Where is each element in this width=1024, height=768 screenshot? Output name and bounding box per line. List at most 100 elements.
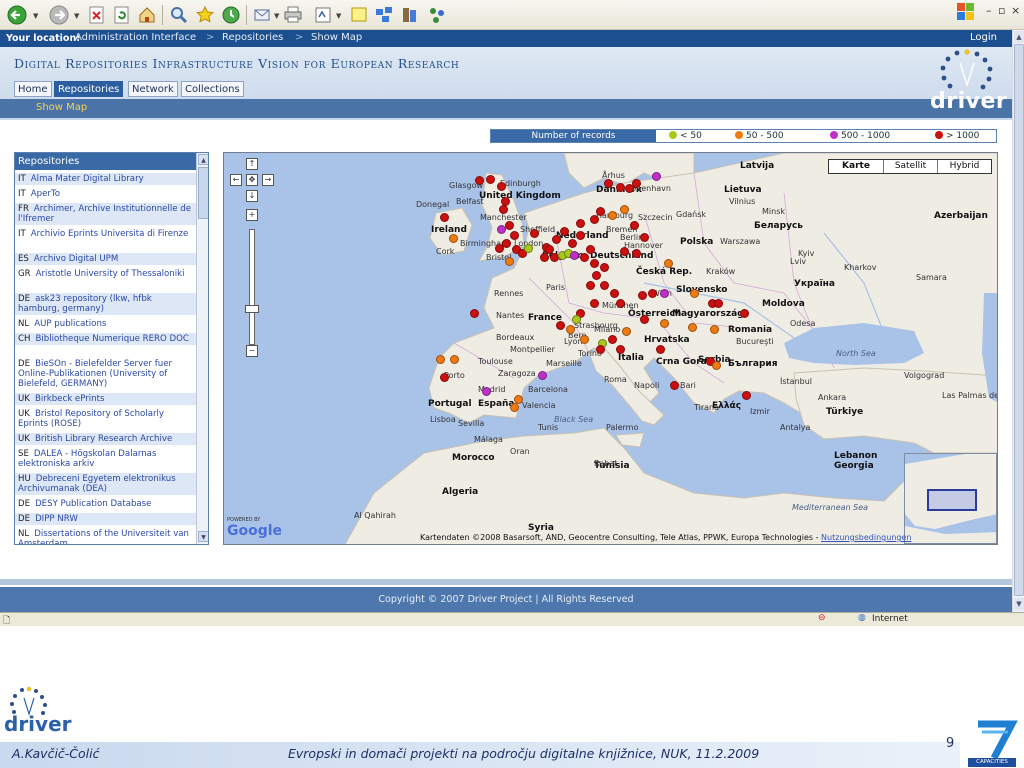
- list-item[interactable]: DE DESY Publication Database: [15, 498, 196, 510]
- search-icon[interactable]: [168, 4, 190, 26]
- repository-marker[interactable]: [482, 387, 491, 396]
- crumb-admin-interface[interactable]: Administration Interface: [75, 32, 196, 43]
- stop-icon[interactable]: [86, 4, 108, 26]
- map-type-karte[interactable]: Karte: [829, 160, 883, 173]
- overview-map[interactable]: [904, 453, 997, 544]
- edit-dropdown-icon[interactable]: ▼: [336, 12, 342, 20]
- back-icon[interactable]: [6, 4, 28, 26]
- research-icon[interactable]: [399, 4, 421, 26]
- map-type-satellit[interactable]: Satellit: [883, 160, 937, 173]
- forward-icon[interactable]: [48, 4, 70, 26]
- repository-marker[interactable]: [632, 249, 641, 258]
- overview-viewport[interactable]: [927, 489, 977, 511]
- network-icon[interactable]: [426, 4, 448, 26]
- repository-marker[interactable]: [505, 257, 514, 266]
- repository-marker[interactable]: [572, 315, 581, 324]
- repository-marker[interactable]: [616, 183, 625, 192]
- repository-marker[interactable]: [560, 227, 569, 236]
- repository-marker[interactable]: [652, 172, 661, 181]
- list-item[interactable]: UK Bristol Repository of Scholarly Eprint…: [15, 408, 196, 430]
- repository-marker[interactable]: [530, 229, 539, 238]
- print-icon[interactable]: [282, 4, 304, 26]
- list-item[interactable]: DE DIPP NRW: [15, 513, 196, 525]
- repository-marker[interactable]: [640, 315, 649, 324]
- repository-marker[interactable]: [616, 299, 625, 308]
- list-item[interactable]: CH Bibliotheque Numerique RERO DOC: [15, 333, 196, 345]
- repository-marker[interactable]: [475, 176, 484, 185]
- repositories-map[interactable]: LatvijaDanmarkKøbenhavnÅrhusLietuvaVilni…: [223, 152, 998, 545]
- repository-marker[interactable]: [580, 335, 589, 344]
- restore-icon[interactable]: ▫: [998, 4, 1005, 17]
- crumb-repositories[interactable]: Repositories: [222, 32, 283, 43]
- repository-marker[interactable]: [556, 321, 565, 330]
- scroll-up-icon[interactable]: ▲: [198, 154, 208, 165]
- repository-marker[interactable]: [596, 345, 605, 354]
- repository-marker[interactable]: [610, 289, 619, 298]
- repository-marker[interactable]: [440, 373, 449, 382]
- repository-marker[interactable]: [486, 175, 495, 184]
- repository-marker[interactable]: [622, 327, 631, 336]
- repository-marker[interactable]: [712, 361, 721, 370]
- pan-down-icon[interactable]: ↓: [246, 190, 258, 202]
- repository-marker[interactable]: [580, 253, 589, 262]
- repository-marker[interactable]: [590, 259, 599, 268]
- repository-marker[interactable]: [648, 289, 657, 298]
- repository-marker[interactable]: [600, 263, 609, 272]
- repository-marker[interactable]: [660, 319, 669, 328]
- repositories-scrollbar[interactable]: ▲ ▼: [196, 153, 208, 544]
- list-item[interactable]: FR Archimer, Archive Institutionnelle de …: [15, 203, 196, 225]
- tab-repositories[interactable]: Repositories: [54, 81, 124, 97]
- edit-icon[interactable]: [312, 4, 334, 26]
- repository-marker[interactable]: [524, 244, 533, 253]
- scroll-thumb[interactable]: [198, 167, 208, 219]
- repository-marker[interactable]: [688, 323, 697, 332]
- list-item[interactable]: DE BieSOn - Bielefelder Server fuer Onlin…: [15, 358, 196, 390]
- pan-center-icon[interactable]: ✥: [246, 174, 258, 186]
- list-item[interactable]: DE ask23 repository (lkw, hfbk hamburg, g…: [15, 293, 196, 315]
- repository-marker[interactable]: [620, 247, 629, 256]
- repository-marker[interactable]: [670, 381, 679, 390]
- map-type-hybrid[interactable]: Hybrid: [937, 160, 991, 173]
- repository-marker[interactable]: [596, 207, 605, 216]
- tab-home[interactable]: Home: [14, 81, 52, 97]
- discuss-icon[interactable]: [348, 4, 370, 26]
- scroll-up-icon[interactable]: ▲: [1014, 31, 1024, 43]
- repository-marker[interactable]: [638, 291, 647, 300]
- repository-marker[interactable]: [470, 309, 479, 318]
- repository-marker[interactable]: [499, 205, 508, 214]
- list-item[interactable]: NL AUP publications: [15, 318, 196, 330]
- repository-marker[interactable]: [568, 239, 577, 248]
- repository-marker[interactable]: [632, 179, 641, 188]
- repository-marker[interactable]: [540, 253, 549, 262]
- list-item[interactable]: NL Dissertations of the Universiteit van …: [15, 528, 196, 544]
- list-item[interactable]: IT Archivio Eprints Universita di Firenze: [15, 228, 196, 240]
- repository-marker[interactable]: [576, 219, 585, 228]
- mail-icon[interactable]: [252, 4, 274, 26]
- repository-marker[interactable]: [608, 335, 617, 344]
- zoom-in-icon[interactable]: +: [246, 209, 258, 221]
- tab-network[interactable]: Network: [128, 81, 178, 97]
- repository-marker[interactable]: [570, 251, 579, 260]
- repository-marker[interactable]: [660, 289, 669, 298]
- zoom-slider[interactable]: [249, 229, 255, 345]
- repository-marker[interactable]: [586, 281, 595, 290]
- page-scrollbar[interactable]: ▲ ▼: [1012, 30, 1024, 612]
- repository-marker[interactable]: [586, 245, 595, 254]
- minimize-icon[interactable]: –: [986, 4, 992, 17]
- repository-marker[interactable]: [449, 234, 458, 243]
- favorites-icon[interactable]: [194, 4, 216, 26]
- repository-marker[interactable]: [740, 309, 749, 318]
- pan-up-icon[interactable]: ↑: [246, 158, 258, 170]
- zoom-slider-thumb[interactable]: [245, 305, 259, 313]
- list-item[interactable]: UK British Library Research Archive: [15, 433, 196, 445]
- repository-marker[interactable]: [742, 391, 751, 400]
- mail-dropdown-icon[interactable]: ▼: [274, 12, 280, 20]
- scroll-thumb[interactable]: [1014, 44, 1024, 596]
- refresh-icon[interactable]: [111, 4, 133, 26]
- repository-marker[interactable]: [566, 325, 575, 334]
- repository-marker[interactable]: [538, 371, 547, 380]
- repository-marker[interactable]: [714, 299, 723, 308]
- repository-marker[interactable]: [616, 345, 625, 354]
- login-link[interactable]: Login: [970, 32, 997, 43]
- repository-marker[interactable]: [604, 179, 613, 188]
